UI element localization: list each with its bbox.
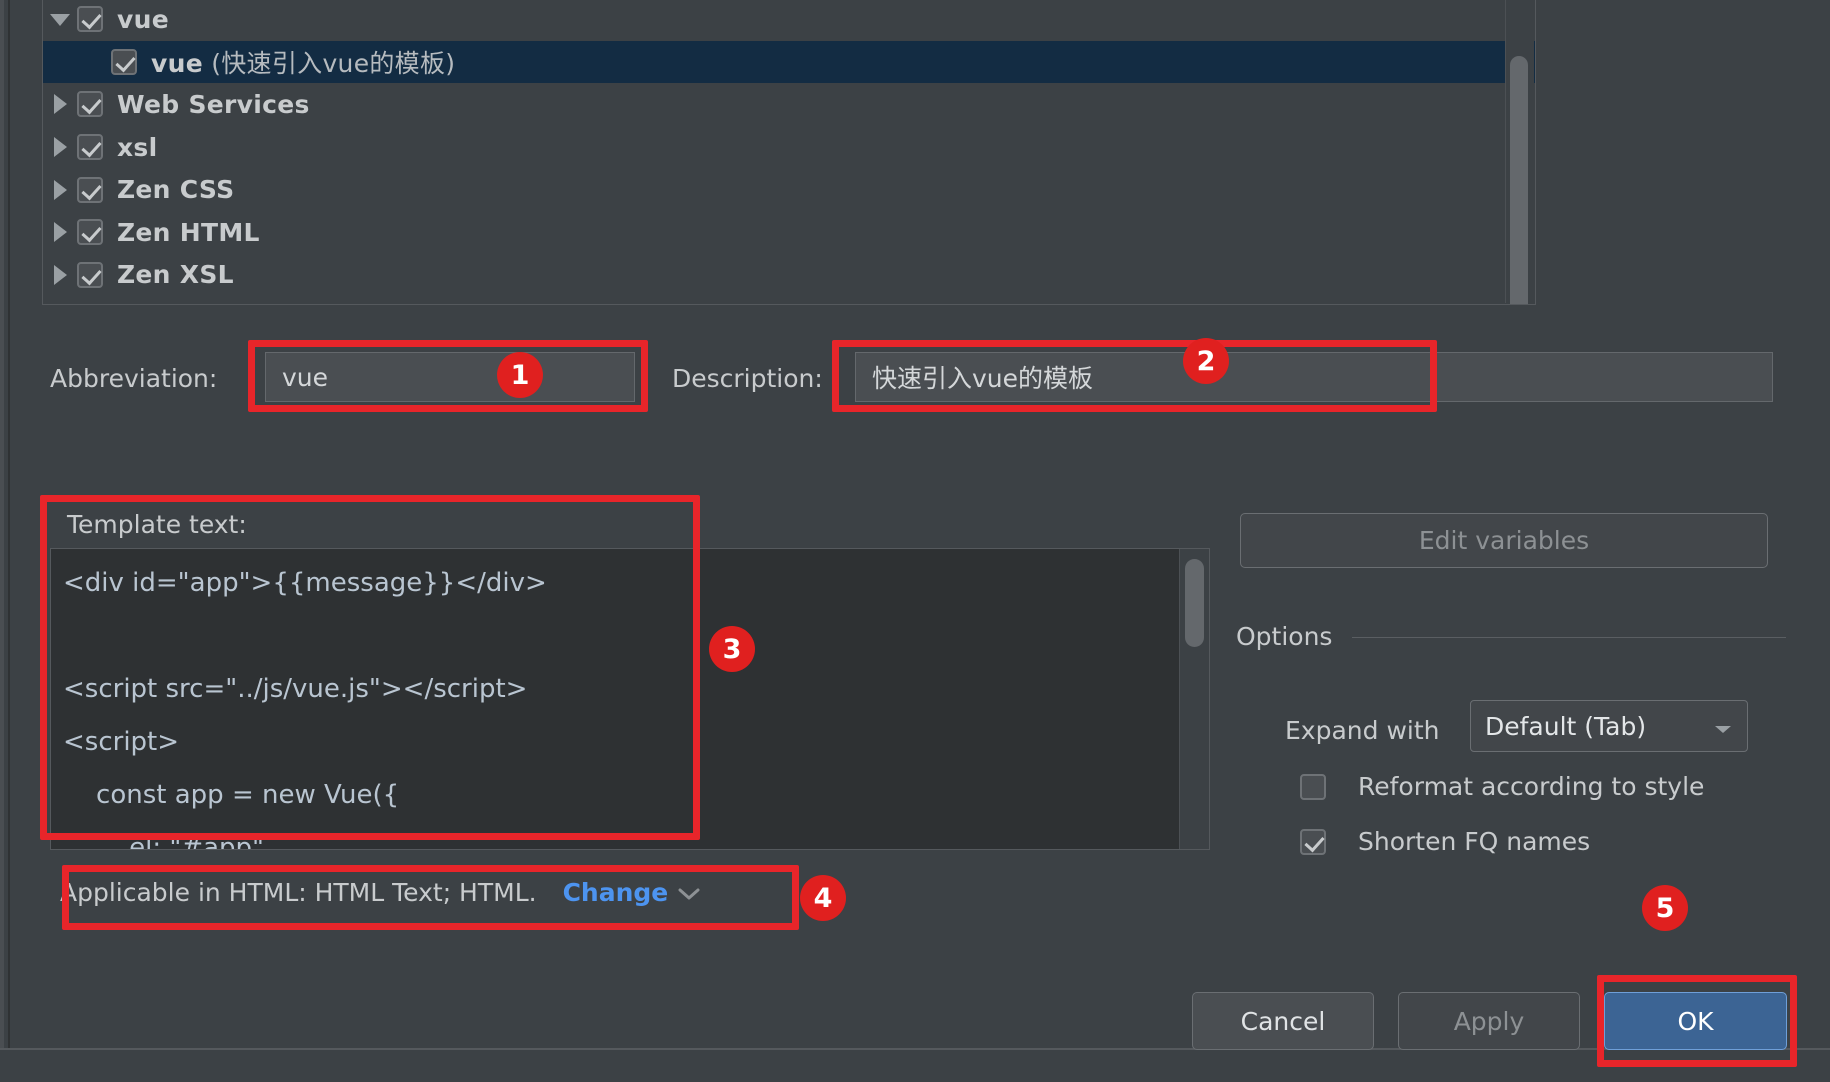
tree-row-label: Zen HTML (117, 218, 260, 247)
tree-row-checkbox[interactable] (77, 6, 103, 32)
cancel-button[interactable]: Cancel (1192, 992, 1374, 1050)
tree-row[interactable]: vue (快速引入vue的模板) (43, 41, 1535, 84)
applicable-context-bar: Applicable in HTML: HTML Text; HTML. Cha… (60, 878, 700, 907)
tree-row-checkbox[interactable] (111, 49, 137, 75)
shorten-fq-checkbox[interactable] (1300, 829, 1326, 855)
tree-row-checkbox[interactable] (77, 262, 103, 288)
template-scrollbar-track[interactable] (1179, 549, 1209, 849)
live-template-tree[interactable]: vue vue (快速引入vue的模板) Web Services xsl Zen CS… (42, 0, 1536, 305)
tree-row-label: vue (快速引入vue的模板) (151, 44, 455, 80)
tree-row-checkbox[interactable] (77, 177, 103, 203)
reformat-checkbox-row[interactable]: Reformat according to style (1300, 772, 1704, 801)
expand-with-value: Default (Tab) (1485, 712, 1646, 741)
edit-variables-button[interactable]: Edit variables (1240, 513, 1768, 568)
apply-button[interactable]: Apply (1398, 992, 1580, 1050)
settings-dialog: vue vue (快速引入vue的模板) Web Services xsl Zen CS… (0, 0, 1830, 1082)
abbreviation-label: Abbreviation: (50, 364, 217, 393)
template-text-content[interactable]: <div id="app">{{message}}</div> <script … (63, 557, 1139, 850)
ok-button[interactable]: OK (1604, 992, 1787, 1050)
tree-row-label: Web Services (117, 90, 310, 119)
tree-right-edge (1535, 0, 1536, 303)
description-input[interactable]: 快速引入vue的模板 (855, 352, 1773, 402)
reformat-label: Reformat according to style (1358, 772, 1704, 801)
expand-with-label: Expand with (1285, 716, 1439, 745)
tree-scrollbar-track[interactable] (1505, 0, 1534, 303)
tree-row-checkbox[interactable] (77, 219, 103, 245)
footer-underlay (0, 1050, 1830, 1082)
options-group-legend: Options (1236, 622, 1346, 651)
template-text-editor[interactable]: <div id="app">{{message}}</div> <script … (50, 548, 1210, 850)
template-text-label: Template text: (67, 510, 247, 539)
dialog-left-frame-inner (8, 0, 10, 1048)
abbreviation-input[interactable]: vue (265, 352, 635, 402)
triangle-right-icon[interactable] (43, 178, 77, 202)
chevron-down-icon (678, 878, 700, 907)
options-group-divider (1352, 637, 1786, 638)
triangle-right-icon[interactable] (43, 92, 77, 116)
tree-row-label: xsl (117, 133, 157, 162)
shorten-fq-checkbox-row[interactable]: Shorten FQ names (1300, 827, 1590, 856)
tree-row[interactable]: Zen CSS (43, 168, 1535, 211)
description-label: Description: (672, 364, 823, 393)
tree-row-description: (快速引入vue的模板) (203, 49, 455, 78)
tree-row-label: vue (117, 5, 169, 34)
change-context-button[interactable]: Change (563, 878, 701, 907)
triangle-right-icon[interactable] (43, 263, 77, 287)
annotation-marker-4: 4 (800, 875, 846, 921)
template-scrollbar-thumb[interactable] (1185, 559, 1204, 647)
tree-row-label: Zen CSS (117, 175, 234, 204)
annotation-marker-5: 5 (1642, 885, 1688, 931)
tree-row[interactable]: xsl (43, 126, 1535, 169)
shorten-fq-label: Shorten FQ names (1358, 827, 1590, 856)
change-context-label: Change (563, 878, 669, 907)
tree-row-checkbox[interactable] (77, 134, 103, 160)
triangle-down-icon[interactable] (43, 10, 77, 28)
expand-with-select[interactable]: Default (Tab) (1470, 700, 1748, 752)
reformat-checkbox[interactable] (1300, 774, 1326, 800)
tree-scrollbar-thumb[interactable] (1510, 56, 1528, 305)
tree-row-label: Zen XSL (117, 260, 234, 289)
applicable-context-text: Applicable in HTML: HTML Text; HTML. (60, 878, 537, 907)
tree-row[interactable]: Web Services (43, 83, 1535, 126)
triangle-right-icon[interactable] (43, 220, 77, 244)
dialog-left-frame (0, 0, 4, 1048)
tree-row[interactable]: vue (43, 0, 1535, 41)
chevron-down-icon (1713, 712, 1733, 741)
tree-row-checkbox[interactable] (77, 91, 103, 117)
triangle-right-icon[interactable] (43, 135, 77, 159)
tree-row[interactable]: Zen HTML (43, 211, 1535, 254)
tree-row[interactable]: Zen XSL (43, 254, 1535, 297)
